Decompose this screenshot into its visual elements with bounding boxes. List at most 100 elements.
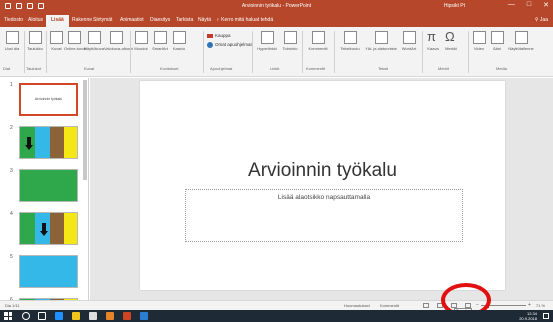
task-view-icon[interactable] [38,312,46,320]
slide-thumbnails-pane[interactable]: 1 Arvioinnin työkalu 2 3 4 5 6 [0,78,89,312]
stripe [35,127,50,158]
zoom-level[interactable]: 71 % [536,303,545,308]
tab-view[interactable]: Näytä [198,17,211,23]
maximize-button[interactable]: □ [527,1,531,9]
group-tables: Taulukot [26,66,41,71]
edge-browser-icon[interactable] [55,312,63,320]
thumbnail-scrollbar[interactable] [83,80,87,180]
notification-icon[interactable] [543,313,549,319]
divider [334,31,335,73]
my-addins-button[interactable]: Omat apuohjelmat [207,42,252,48]
comment-label: Kommentti [308,46,328,51]
online-pictures-label: Online-kuvat [64,46,87,51]
subtitle-placeholder-text: Lisää alaotsikko napsauttamalla [277,194,371,201]
slide-thumbnail-5[interactable] [19,255,78,288]
clock[interactable]: 12.34 20.9.2018 [519,311,537,321]
smartart-button[interactable]: SmartArt [150,31,170,51]
wordart-label: WordArt [401,46,417,51]
screenshot-button[interactable]: Näyttökuva [84,31,104,51]
search-icon[interactable] [22,312,30,320]
slide-thumbnail-2[interactable] [19,126,78,159]
subtitle-placeholder[interactable]: Lisää alaotsikko napsauttamalla [185,189,463,242]
wordart-button[interactable]: WordArt [398,31,420,51]
close-button[interactable]: ✕ [543,1,549,9]
slide-thumbnail-1[interactable]: Arvioinnin työkalu [19,83,78,116]
omega-icon: Ω [445,29,455,44]
tab-slideshow[interactable]: Diaesitys [150,17,170,23]
tab-insert[interactable]: Lisää [46,15,69,27]
tab-review[interactable]: Tarkista [176,17,193,23]
normal-view-icon[interactable] [423,303,429,308]
word-taskbar-icon[interactable] [140,312,148,320]
wordart-icon [402,31,416,44]
group-comments: Kommentit [306,66,326,71]
slide-counter: Dia 1/11 [5,303,20,308]
clock-date: 20.9.2018 [519,316,537,321]
screenshot-icon [87,31,101,44]
user-name[interactable]: Hipsikt Pt [444,3,465,9]
stripe [64,213,77,244]
tell-me-search[interactable]: ♀ Kerro mitä haluat tehdä [216,17,273,23]
slide-number: 4 [10,211,13,217]
tab-design[interactable]: Rakenne [72,17,92,23]
symbol-label: Merkki [445,46,457,51]
hyperlink-button[interactable]: Hyperlinkki [254,31,280,51]
notes-button[interactable]: Huomautukset [344,303,370,308]
header-footer-button[interactable]: Ylä- ja alatunniste [364,31,398,51]
audio-button[interactable]: Ääni [488,31,506,51]
chart-icon [172,31,186,44]
share-button[interactable]: ⚲ Jaa [535,17,548,23]
header-footer-icon [374,31,388,44]
new-slide-icon [5,31,19,44]
table-button[interactable]: Taulukko [26,31,44,51]
slide-title[interactable]: Arvioinnin työkalu [140,160,505,182]
group-addins: Apuohjelmat [210,66,233,71]
zoom-in-button[interactable]: + [528,302,531,308]
windows-start-icon[interactable] [4,312,12,320]
stripe [64,127,77,158]
screen-recording-label: Näyttötallenne [508,46,534,51]
tab-transitions[interactable]: Siirtymät [93,17,112,23]
pi-icon: π [427,29,436,44]
hyperlink-label: Hyperlinkki [257,46,277,51]
file-explorer-icon[interactable] [72,312,80,320]
pictures-label: Kuvat [51,46,62,51]
screen-recording-button[interactable]: Näyttötallenne [506,31,536,51]
screen-recording-icon [514,31,528,44]
new-slide-button[interactable]: Uusi dia [3,31,21,51]
app-icon[interactable] [106,312,114,320]
action-button[interactable]: Toiminto [280,31,300,51]
slide-thumbnail-4[interactable] [19,212,78,245]
pictures-button[interactable]: Kuvat [48,31,65,51]
minimize-button[interactable]: — [508,1,515,9]
slide-thumbnail-3[interactable] [19,169,78,202]
comment-button[interactable]: Kommentti [304,31,332,51]
audio-label: Ääni [492,46,501,51]
tab-home[interactable]: Aloitus [28,17,43,23]
photo-album-icon [109,31,123,44]
comments-button[interactable]: Kommentit [380,303,399,308]
tab-animations[interactable]: Animaatiot [120,17,144,23]
chart-label: Kaavio [172,46,186,51]
divider [24,31,25,73]
chart-button[interactable]: Kaavio [170,31,188,51]
photo-album-button[interactable]: Valokuva-albumi [104,31,133,51]
symbol-button[interactable]: Ω Merkki [442,29,460,51]
slide-editor: Arvioinnin työkalu Lisää alaotsikko naps… [90,78,553,312]
shapes-button[interactable]: Muodot [132,31,150,51]
current-slide[interactable]: Arvioinnin työkalu Lisää alaotsikko naps… [140,81,505,290]
store-button[interactable]: Kauppa [207,33,252,38]
video-button[interactable]: Video [470,31,488,51]
textbox-button[interactable]: Tekstiruutu [336,31,364,51]
tab-file[interactable]: Tiedosto [4,17,23,23]
store-app-icon[interactable] [89,312,97,320]
textbox-icon [343,31,357,44]
comment-icon [311,31,325,44]
windows-taskbar: 12.34 20.9.2018 [0,310,553,322]
ribbon-tabs: Tiedosto Aloitus Lisää Rakenne Siirtymät… [0,13,553,27]
action-icon [283,31,297,44]
online-pictures-button[interactable]: Online-kuvat [64,31,87,51]
equation-button[interactable]: π Kaava [424,29,442,51]
powerpoint-taskbar-icon[interactable] [123,312,131,320]
divider [130,31,131,73]
